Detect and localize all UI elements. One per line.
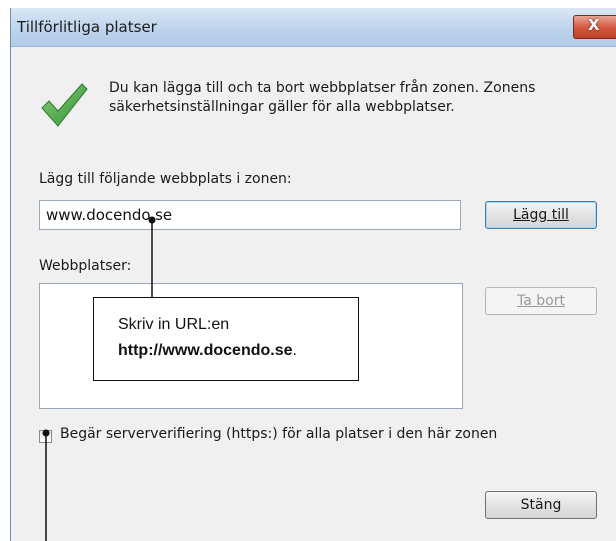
websites-label: Webbplatser: — [39, 258, 132, 274]
https-checkbox-label[interactable]: Begär serververifiering (https:) för all… — [60, 426, 497, 442]
close-button[interactable]: Stäng — [485, 491, 597, 519]
add-site-label: Lägg till följande webbplats i zonen: — [39, 171, 292, 187]
callout-line-1: Skriv in URL:en — [118, 316, 230, 333]
url-input[interactable] — [39, 200, 461, 230]
add-button[interactable]: Lägg till — [485, 201, 597, 229]
remove-button[interactable]: Ta bort — [485, 287, 597, 315]
callout-url: http://www.docendo.se — [118, 342, 293, 359]
window-title: Tillförlitliga platser — [17, 18, 157, 36]
info-text: Du kan lägga till och ta bort webbplatse… — [109, 80, 536, 115]
close-window-button[interactable]: X — [573, 15, 616, 39]
callout-line-2: http://www.docendo.se. — [118, 342, 297, 360]
close-icon: X — [588, 16, 600, 34]
callout-period: . — [292, 342, 297, 359]
title-bar[interactable]: Tillförlitliga platser X — [11, 8, 616, 47]
https-checkbox[interactable] — [39, 430, 52, 443]
annotation-callout: Skriv in URL:en http://www.docendo.se. — [93, 297, 359, 381]
trusted-sites-dialog: Tillförlitliga platser X Du kan lägga ti… — [10, 8, 616, 541]
checkmark-icon — [41, 83, 88, 127]
